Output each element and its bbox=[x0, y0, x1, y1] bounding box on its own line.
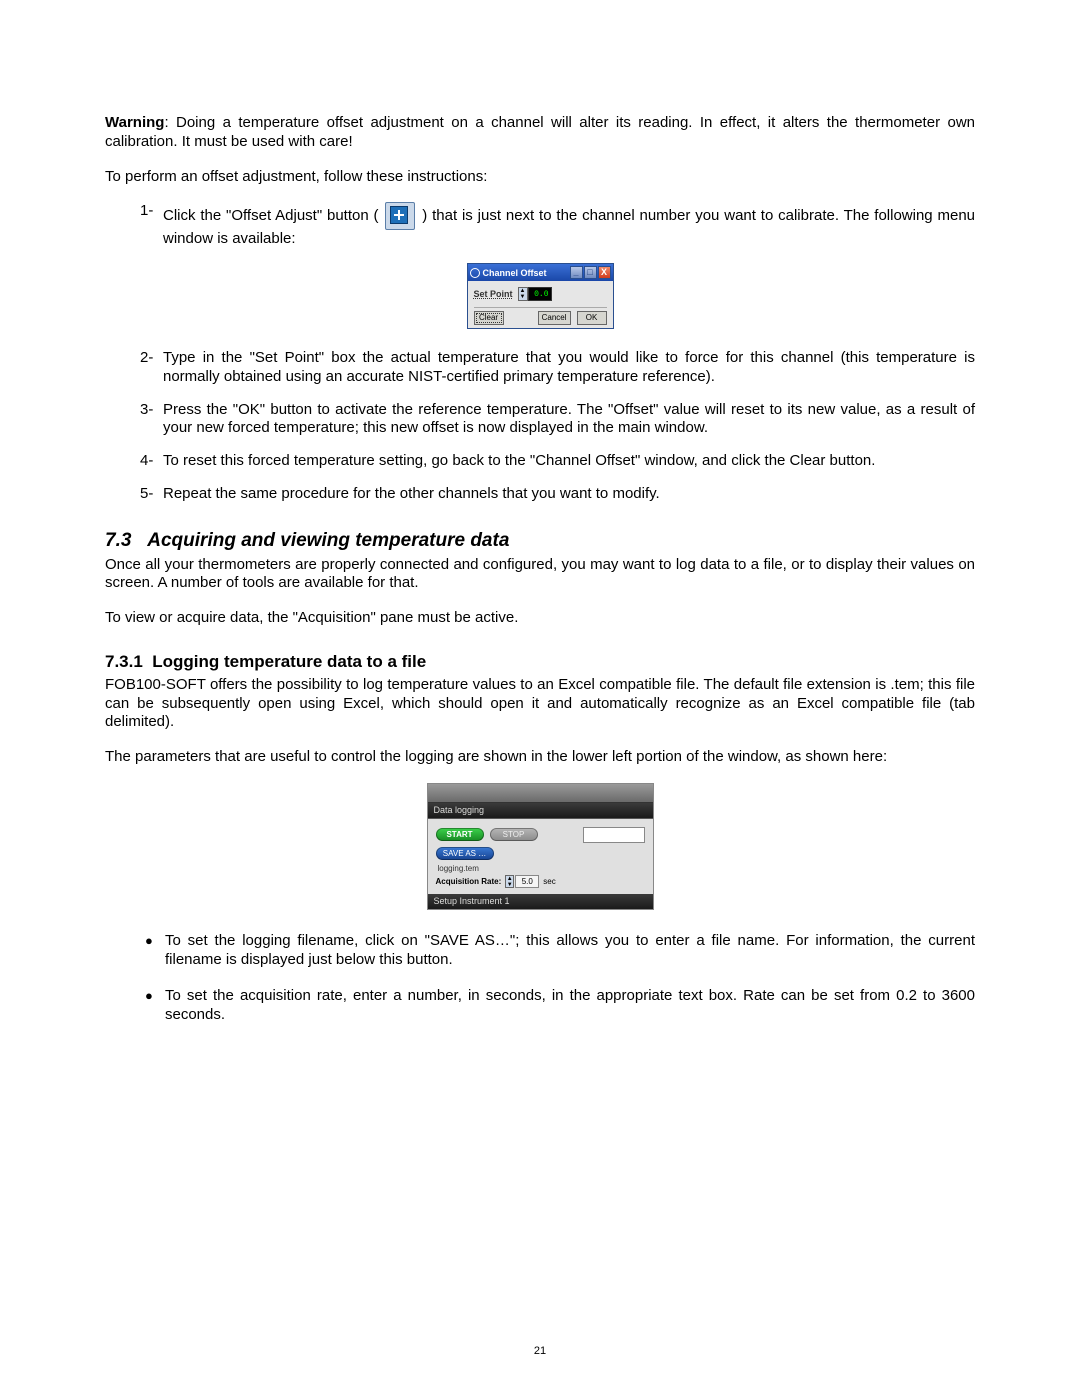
section-7-3-title: Acquiring and viewing temperature data bbox=[147, 530, 509, 551]
close-button[interactable]: X bbox=[598, 266, 611, 279]
step-3-body: Press the "OK" button to activate the re… bbox=[163, 401, 975, 439]
datalogging-row-saveas: SAVE AS … bbox=[436, 847, 645, 860]
warning-paragraph: Warning: Doing a temperature offset adju… bbox=[105, 114, 975, 152]
start-button[interactable]: START bbox=[436, 828, 484, 841]
channel-offset-title: Channel Offset bbox=[483, 268, 569, 278]
instructions-list: 1- Click the "Offset Adjust" button ( ) … bbox=[105, 202, 975, 249]
step-1-marker: 1- bbox=[105, 202, 163, 249]
datalogging-panel: Data logging START STOP SAVE AS … loggin… bbox=[427, 783, 654, 910]
current-filename: logging.tem bbox=[438, 864, 645, 873]
step-1: 1- Click the "Offset Adjust" button ( ) … bbox=[105, 202, 975, 249]
intro-instructions: To perform an offset adjustment, follow … bbox=[105, 168, 975, 187]
step-2-marker: 2- bbox=[105, 349, 163, 387]
section-7-3-p1: Once all your thermometers are properly … bbox=[105, 556, 975, 594]
ok-button[interactable]: OK bbox=[577, 311, 607, 325]
bullet-2-text: To set the acquisition rate, enter a num… bbox=[165, 987, 975, 1025]
step-5-body: Repeat the same procedure for the other … bbox=[163, 485, 975, 504]
section-7-3-number: 7.3 bbox=[105, 530, 131, 551]
acquisition-rate-label: Acquisition Rate: bbox=[436, 877, 502, 886]
bullet-2: ● To set the acquisition rate, enter a n… bbox=[105, 987, 975, 1025]
datalogging-figure: Data logging START STOP SAVE AS … loggin… bbox=[105, 783, 975, 910]
bullet-1: ● To set the logging filename, click on … bbox=[105, 932, 975, 970]
channel-offset-body: Set Point ▲▼ 0.0 Clear Cancel OK bbox=[468, 281, 613, 328]
datalogging-body: START STOP SAVE AS … logging.tem Acquisi… bbox=[428, 819, 653, 894]
offset-adjust-icon bbox=[385, 202, 415, 230]
channel-offset-window: Channel Offset _ □ X Set Point ▲▼ 0.0 Cl… bbox=[467, 263, 614, 329]
bullet-2-marker: ● bbox=[105, 987, 165, 1025]
step-3: 3- Press the "OK" button to activate the… bbox=[105, 401, 975, 439]
section-7-3-heading: 7.3 Acquiring and viewing temperature da… bbox=[105, 530, 975, 552]
page: Warning: Doing a temperature offset adju… bbox=[0, 0, 1080, 1397]
step-2: 2- Type in the "Set Point" box the actua… bbox=[105, 349, 975, 387]
setpoint-label: Set Point bbox=[474, 289, 513, 299]
page-number: 21 bbox=[0, 1345, 1080, 1357]
step-1-body: Click the "Offset Adjust" button ( ) tha… bbox=[163, 202, 975, 249]
acquisition-rate-spinner[interactable]: ▲▼ bbox=[505, 875, 514, 888]
setpoint-spinner[interactable]: ▲▼ bbox=[518, 287, 528, 301]
clear-button[interactable]: Clear bbox=[474, 311, 504, 325]
channel-offset-titlebar: Channel Offset _ □ X bbox=[468, 264, 613, 281]
stop-button[interactable]: STOP bbox=[490, 828, 538, 841]
step-1-text-a: Click the "Offset Adjust" button ( bbox=[163, 207, 383, 224]
section-7-3-1-p2: The parameters that are useful to contro… bbox=[105, 748, 975, 767]
setpoint-row: Set Point ▲▼ 0.0 bbox=[474, 287, 607, 301]
step-4-body: To reset this forced temperature setting… bbox=[163, 452, 975, 471]
datalogging-row-buttons: START STOP bbox=[436, 827, 645, 843]
section-7-3-1-p1: FOB100-SOFT offers the possibility to lo… bbox=[105, 676, 975, 732]
channel-offset-figure: Channel Offset _ □ X Set Point ▲▼ 0.0 Cl… bbox=[105, 263, 975, 329]
datalogging-panel-strip bbox=[428, 784, 653, 803]
step-3-marker: 3- bbox=[105, 401, 163, 439]
plus-icon bbox=[390, 206, 408, 224]
acquisition-rate-input[interactable]: 5.0 bbox=[515, 875, 539, 888]
bullet-1-marker: ● bbox=[105, 932, 165, 970]
warning-label: Warning bbox=[105, 114, 164, 131]
section-7-3-1-heading: 7.3.1 Logging temperature data to a file bbox=[105, 652, 975, 672]
datalogging-header: Data logging bbox=[428, 803, 653, 819]
save-as-button[interactable]: SAVE AS … bbox=[436, 847, 494, 860]
logging-bullets: ● To set the logging filename, click on … bbox=[105, 932, 975, 1025]
step-5-marker: 5- bbox=[105, 485, 163, 504]
section-7-3-1-title: Logging temperature data to a file bbox=[152, 652, 426, 671]
instructions-list-cont: 2- Type in the "Set Point" box the actua… bbox=[105, 349, 975, 504]
acquisition-rate-row: Acquisition Rate: ▲▼ 5.0 sec bbox=[436, 875, 645, 888]
filename-box[interactable] bbox=[583, 827, 645, 843]
section-7-3-p2: To view or acquire data, the "Acquisitio… bbox=[105, 609, 975, 628]
step-4-marker: 4- bbox=[105, 452, 163, 471]
datalogging-footer: Setup Instrument 1 bbox=[428, 894, 653, 909]
section-7-3-1-number: 7.3.1 bbox=[105, 652, 143, 671]
bullet-1-text: To set the logging filename, click on "S… bbox=[165, 932, 975, 970]
step-2-body: Type in the "Set Point" box the actual t… bbox=[163, 349, 975, 387]
cancel-button[interactable]: Cancel bbox=[538, 311, 571, 325]
setpoint-input[interactable]: 0.0 bbox=[528, 287, 552, 301]
minimize-button[interactable]: _ bbox=[570, 266, 583, 279]
step-4: 4- To reset this forced temperature sett… bbox=[105, 452, 975, 471]
acquisition-rate-unit: sec bbox=[543, 877, 555, 886]
titlebar-icon bbox=[470, 268, 480, 278]
maximize-button[interactable]: □ bbox=[584, 266, 597, 279]
step-5: 5- Repeat the same procedure for the oth… bbox=[105, 485, 975, 504]
channel-offset-buttons: Clear Cancel OK bbox=[474, 307, 607, 325]
warning-text: : Doing a temperature offset adjustment … bbox=[105, 114, 975, 150]
